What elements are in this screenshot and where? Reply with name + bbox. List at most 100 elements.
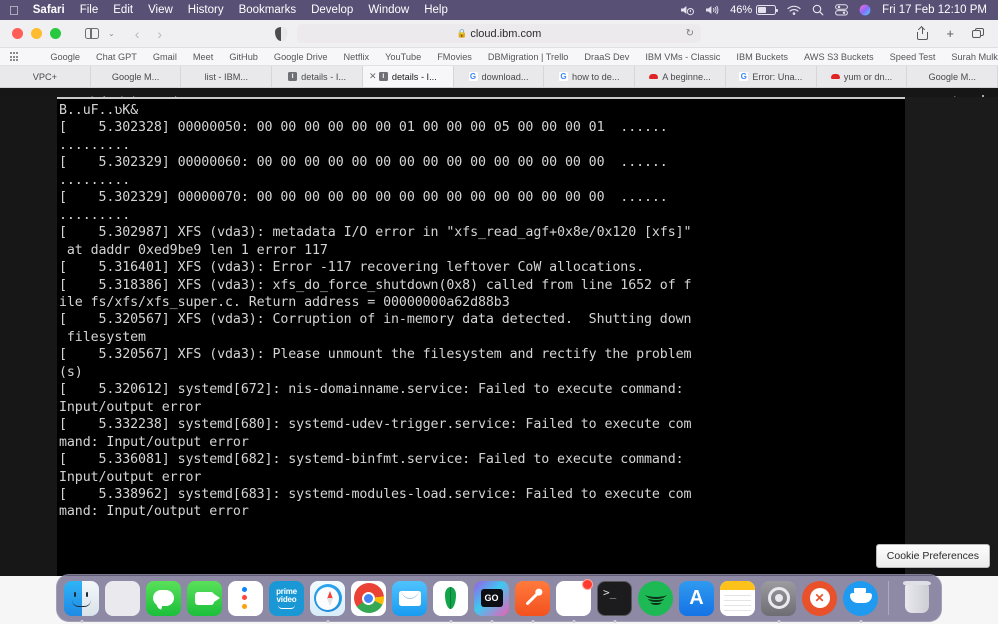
reload-icon[interactable]: ↻ — [686, 28, 694, 39]
bookmark-surah-mulk[interactable]: Surah Mulk — [943, 52, 998, 62]
dock-item-xmind[interactable]: ✕ — [802, 581, 837, 616]
bookmark-chat-gpt[interactable]: Chat GPT — [88, 52, 145, 62]
menu-item-help[interactable]: Help — [424, 4, 448, 16]
dock-item-terminal[interactable]: >_ — [597, 581, 632, 616]
menu-item-view[interactable]: View — [148, 4, 173, 16]
dock-item-launchpad[interactable] — [105, 581, 140, 616]
tab-vpc-plus[interactable]: VPC+ — [0, 66, 91, 87]
tab-download[interactable]: G download... — [454, 66, 545, 87]
speaker-mute-icon[interactable] — [680, 4, 694, 16]
dock-item-postman[interactable] — [515, 581, 550, 616]
cookie-preferences-button[interactable]: Cookie Preferences — [876, 544, 990, 568]
dock-item-notes[interactable] — [720, 581, 755, 616]
dock-item-prime-video[interactable]: prime video — [269, 581, 304, 616]
battery-percent-label: 46% — [730, 4, 752, 16]
dock-item-safari[interactable] — [310, 581, 345, 616]
address-bar[interactable]: 🔒 cloud.ibm.com ↻ — [297, 24, 701, 43]
bookmark-dbmigration-trello[interactable]: DBMigration | Trello — [480, 52, 577, 62]
menu-item-bookmarks[interactable]: Bookmarks — [239, 4, 297, 16]
menu-item-develop[interactable]: Develop — [311, 4, 353, 16]
dock-item-docker[interactable] — [843, 581, 878, 616]
bookmark-github[interactable]: GitHub — [221, 52, 266, 62]
close-window-button[interactable] — [12, 28, 23, 39]
close-tab-icon[interactable]: ✕ — [369, 71, 377, 82]
menu-item-window[interactable]: Window — [368, 4, 409, 16]
bookmark-google-drive[interactable]: Google Drive — [266, 52, 336, 62]
goland-label: GO — [481, 589, 503, 607]
dock-item-mail[interactable] — [392, 581, 427, 616]
volume-icon[interactable] — [705, 4, 719, 16]
tab-label: Google M... — [112, 72, 160, 82]
new-tab-button[interactable]: + — [946, 26, 954, 41]
tab-label: Error: Una... — [752, 72, 802, 82]
menu-item-safari[interactable]: Safari — [33, 4, 65, 16]
xmind-icon: ✕ — [802, 581, 837, 616]
minimize-window-button[interactable] — [31, 28, 42, 39]
dock-item-app-store[interactable]: A — [679, 581, 714, 616]
tab-a-beginner[interactable]: A beginne... — [635, 66, 726, 87]
bookmark-ibm-buckets[interactable]: IBM Buckets — [728, 52, 796, 62]
tab-how-to-de[interactable]: G how to de... — [544, 66, 635, 87]
tab-google-m-2[interactable]: Google M... — [907, 66, 998, 87]
bookmark-aws-s3-buckets[interactable]: AWS S3 Buckets — [796, 52, 882, 62]
bookmark-ibm-vms-classic[interactable]: IBM VMs - Classic — [637, 52, 728, 62]
dock-separator — [888, 581, 889, 615]
terminal-pane[interactable]: B..uF..ʋK& [ 5.302328] 00000050: 00 00 0… — [57, 97, 905, 576]
dock-item-spotify[interactable] — [638, 581, 673, 616]
menu-bar-clock[interactable]: Fri 17 Feb 12:10 PM — [882, 4, 987, 16]
dock-item-goland[interactable]: GO — [474, 581, 509, 616]
toolbar-right-actions: + — [917, 26, 986, 41]
bookmark-meet[interactable]: Meet — [185, 52, 221, 62]
back-button[interactable]: ‹ — [135, 26, 140, 42]
dock-item-trash[interactable] — [899, 581, 934, 616]
bookmark-draas-dev[interactable]: DraaS Dev — [576, 52, 637, 62]
prime-video-icon: prime video — [269, 581, 304, 616]
wifi-icon[interactable] — [787, 5, 801, 16]
privacy-shield-icon[interactable] — [275, 27, 287, 41]
dock-item-facetime[interactable] — [187, 581, 222, 616]
dock-item-messages[interactable] — [146, 581, 181, 616]
chevron-down-icon[interactable]: ⌄ — [108, 29, 115, 38]
dock-item-slack[interactable] — [556, 581, 591, 616]
tab-google-m-1[interactable]: Google M... — [91, 66, 182, 87]
share-icon[interactable] — [917, 27, 928, 40]
dock-item-mongodb-compass[interactable] — [433, 581, 468, 616]
dock-item-chrome[interactable] — [351, 581, 386, 616]
bookmark-google[interactable]: Google — [42, 52, 88, 62]
tab-label: yum or dn... — [844, 72, 893, 82]
bookmarks-bar: Google Chat GPT Gmail Meet GitHub Google… — [0, 48, 998, 66]
tab-details-ibm-1[interactable]: I details - I... — [272, 66, 363, 87]
bookmark-speed-test[interactable]: Speed Test — [882, 52, 944, 62]
search-icon[interactable] — [812, 4, 824, 16]
facetime-icon — [187, 581, 222, 616]
menu-item-file[interactable]: File — [80, 4, 99, 16]
apple-logo-icon[interactable]:  — [9, 4, 19, 17]
tab-details-ibm-2-active[interactable]: ✕ I details - I... — [363, 66, 454, 87]
goland-icon: GO — [474, 581, 509, 616]
tab-error-unable[interactable]: G Error: Una... — [726, 66, 817, 87]
menu-item-history[interactable]: History — [188, 4, 224, 16]
tab-list-ibm[interactable]: list - IBM... — [181, 66, 272, 87]
tab-yum-or-dnf[interactable]: yum or dn... — [817, 66, 908, 87]
battery-indicator[interactable]: 46% — [730, 4, 776, 16]
siri-icon[interactable] — [859, 4, 871, 16]
terminal-icon: >_ — [597, 581, 632, 616]
dock-item-reminders[interactable] — [228, 581, 263, 616]
bookmark-youtube[interactable]: YouTube — [377, 52, 429, 62]
control-center-icon[interactable] — [835, 4, 848, 16]
bookmark-netflix[interactable]: Netflix — [336, 52, 378, 62]
tab-overview-icon[interactable] — [972, 28, 984, 39]
menu-item-edit[interactable]: Edit — [113, 4, 133, 16]
apps-grid-icon[interactable] — [10, 52, 18, 60]
redhat-favicon-icon — [649, 72, 658, 81]
macos-menu-bar:  Safari File Edit View History Bookmark… — [0, 0, 998, 20]
sidebar-toggle-group[interactable]: ⌄ — [85, 28, 115, 39]
dock-item-system-settings[interactable] — [761, 581, 796, 616]
maximize-window-button[interactable] — [50, 28, 61, 39]
ibm-favicon-icon: I — [379, 72, 388, 81]
bookmark-fmovies[interactable]: FMovies — [429, 52, 480, 62]
sidebar-icon[interactable] — [85, 28, 99, 39]
bookmark-gmail[interactable]: Gmail — [145, 52, 185, 62]
forward-button[interactable]: › — [157, 26, 162, 42]
dock-item-finder[interactable] — [64, 581, 99, 616]
